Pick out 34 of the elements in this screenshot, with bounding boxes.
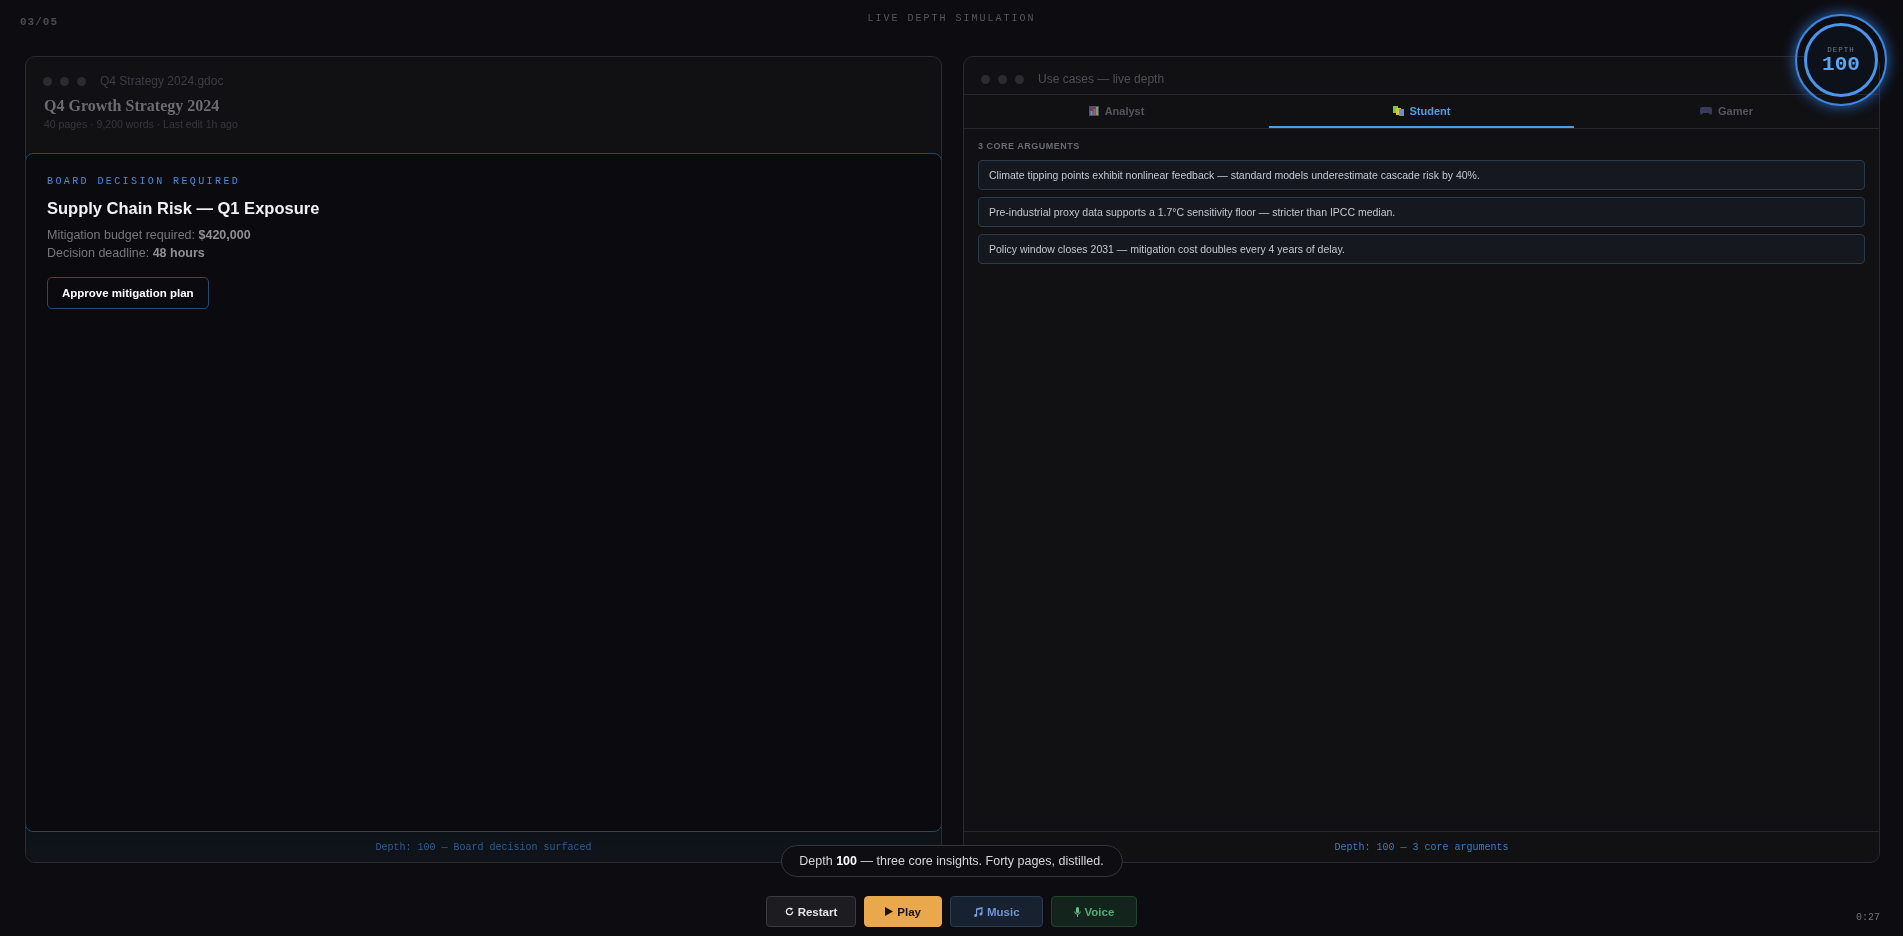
card-detail: Decision deadline: 48 hours [47, 246, 206, 260]
play-icon [885, 907, 894, 916]
window-dot-icon [998, 74, 1007, 84]
microphone-icon [1073, 906, 1081, 917]
play-button[interactable]: Play [864, 896, 942, 927]
caption-pill: Depth 100 — three core insights. Forty pages, distilled. [780, 845, 1123, 877]
voice-button[interactable]: Voice [1050, 896, 1138, 927]
window-dot-icon [43, 76, 52, 86]
page-title: LIVE DEPTH SIMULATION [867, 13, 1036, 24]
restart-icon [784, 907, 794, 916]
restart-button[interactable]: Restart [765, 896, 857, 927]
music-note-icon [972, 906, 983, 917]
timer: 0:27 [1856, 912, 1880, 923]
argument-card: Policy window closes 2031 — mitigation cost doubles every 4 years of delay. [978, 234, 1865, 264]
card-title: Supply Chain Risk — Q1 Exposure [47, 199, 320, 218]
music-button[interactable]: Music [949, 896, 1043, 927]
slide-counter: 03/05 [20, 16, 58, 28]
window-title: Use cases — live depth [1038, 72, 1165, 86]
books-icon [1392, 105, 1404, 116]
window-dot-icon [60, 76, 69, 86]
argument-card: Pre-industrial proxy data supports a 1.7°C sensitivity floor — stricter than IPCC median. [978, 197, 1865, 227]
card-detail: Mitigation budget required: $420,000 [47, 228, 251, 242]
bar-chart-icon [1088, 105, 1099, 116]
badge-value: 100 [1822, 53, 1860, 75]
approve-button[interactable]: Approve mitigation plan [47, 277, 209, 309]
window-dot-icon [1015, 74, 1024, 84]
window-dot-icon [981, 74, 990, 84]
argument-card: Climate tipping points exhibit nonlinear feedback — standard models underestimate cascade risk by 40%. [978, 160, 1865, 190]
card-eyebrow: BOARD DECISION REQUIRED [47, 176, 241, 187]
section-label: 3 CORE ARGUMENTS [978, 141, 1081, 151]
window-dot-icon [77, 76, 86, 86]
tab[interactable]: Student [1269, 95, 1574, 128]
document-title: Q4 Growth Strategy 2024 [43, 96, 221, 115]
gamepad-icon [1700, 106, 1713, 115]
